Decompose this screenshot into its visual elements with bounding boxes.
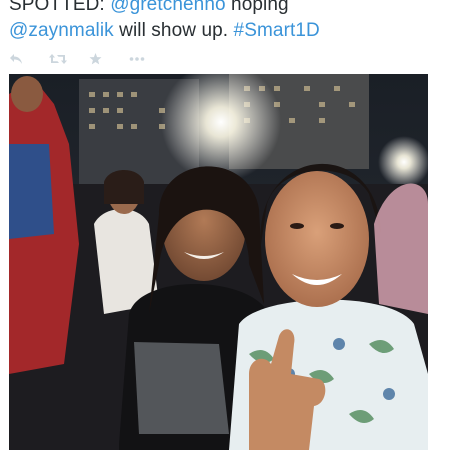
retweet-button[interactable] [49, 50, 89, 68]
tweet-actions [9, 50, 169, 68]
favorite-icon [89, 53, 102, 65]
retweet-icon [49, 53, 67, 65]
stage-light-right [378, 136, 428, 188]
reply-icon [9, 53, 23, 65]
tweet-photo[interactable] [9, 74, 428, 450]
hashtag-smart1d-link[interactable]: #Smart1D [234, 20, 320, 41]
tweet-text-middle-1: hoping [225, 0, 289, 15]
tweet-text-prefix: SPOTTED: [9, 0, 111, 15]
tweet-text-middle-2: will show up. [113, 20, 234, 41]
more-button[interactable] [129, 50, 169, 68]
more-icon [129, 56, 145, 62]
mention-zaynmalik-link[interactable]: @zaynmalik [9, 20, 114, 41]
reply-button[interactable] [9, 50, 49, 68]
favorite-button[interactable] [89, 50, 129, 68]
tweet-text: SPOTTED: @gretchenho hoping @zaynmalik wi… [9, 0, 449, 44]
mention-gretchenho-link[interactable]: @gretchenho [110, 0, 225, 15]
